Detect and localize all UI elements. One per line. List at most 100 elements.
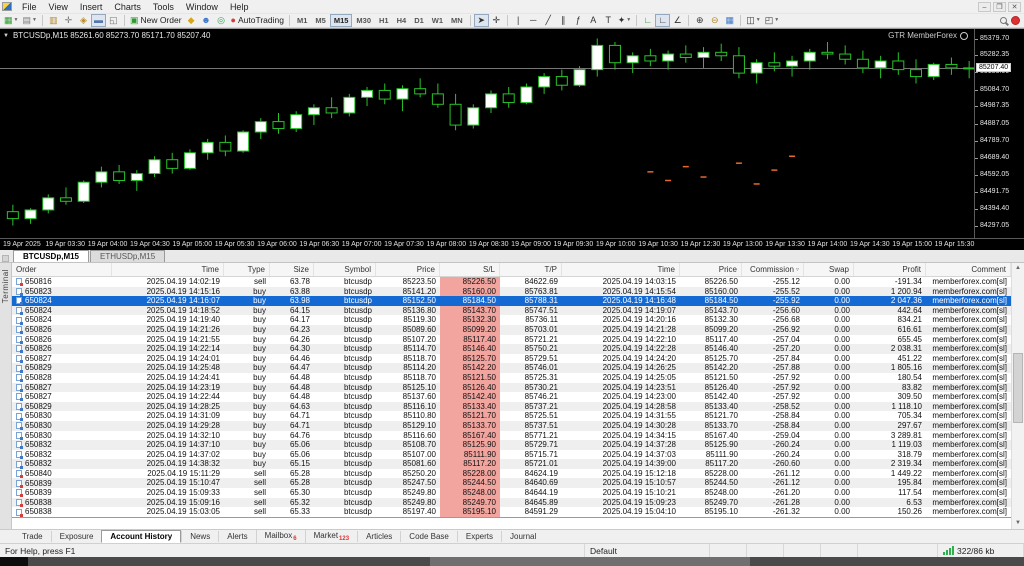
- table-row[interactable]: 6508242025.04.19 14:18:52buy64.15btcusdp…: [12, 306, 1011, 316]
- templates-button[interactable]: ◰▼: [763, 14, 781, 27]
- column-header-time[interactable]: Time: [562, 263, 680, 276]
- strategy-tester-button[interactable]: ◱: [106, 14, 121, 27]
- menu-item-file[interactable]: File: [16, 2, 43, 12]
- table-row[interactable]: 6508162025.04.19 14:02:19sell63.78btcusd…: [12, 277, 1011, 287]
- vertical-line-button[interactable]: |: [511, 14, 526, 27]
- timeframe-mn-button[interactable]: MN: [447, 14, 467, 27]
- table-row[interactable]: 6508262025.04.19 14:22:14buy64.30btcusdp…: [12, 344, 1011, 354]
- table-row[interactable]: 6508262025.04.19 14:21:55buy64.26btcusdp…: [12, 335, 1011, 345]
- search-icon[interactable]: [1000, 17, 1007, 24]
- table-row[interactable]: 6508382025.04.19 15:03:05sell65.33btcusd…: [12, 507, 1011, 517]
- table-row[interactable]: 6508262025.04.19 14:21:26buy64.23btcusdp…: [12, 325, 1011, 335]
- chart-tab-btcusdp-m15[interactable]: BTCUSDp,M15: [13, 250, 89, 262]
- timeframe-w1-button[interactable]: W1: [428, 14, 447, 27]
- column-header-type[interactable]: Type: [224, 263, 270, 276]
- objects-button[interactable]: ∠: [670, 14, 685, 27]
- channel-button[interactable]: ∥: [556, 14, 571, 27]
- vertical-scrollbar[interactable]: ▲ ▼: [1011, 263, 1024, 529]
- navigator-button[interactable]: ◈: [76, 14, 91, 27]
- table-row[interactable]: 6508292025.04.19 14:28:25buy64.63btcusdp…: [12, 402, 1011, 412]
- table-row[interactable]: 6508322025.04.19 14:38:32buy65.15btcusdp…: [12, 459, 1011, 469]
- timeframe-d1-button[interactable]: D1: [410, 14, 428, 27]
- chevron-down-icon[interactable]: ▼: [32, 15, 37, 26]
- tab-code-base[interactable]: Code Base: [400, 531, 457, 542]
- tab-mailbox[interactable]: Mailbox6: [256, 530, 305, 544]
- column-header-swap[interactable]: Swap: [804, 263, 854, 276]
- table-row[interactable]: 6508272025.04.19 14:23:19buy64.48btcusdp…: [12, 383, 1011, 393]
- timeframe-h1-button[interactable]: H1: [375, 14, 393, 27]
- tab-exposure[interactable]: Exposure: [51, 531, 102, 542]
- market-watch-button[interactable]: ▥: [46, 14, 61, 27]
- chevron-down-icon[interactable]: ▼: [626, 15, 631, 26]
- scroll-down-icon[interactable]: ▼: [1012, 518, 1024, 529]
- chart-collapse-icon[interactable]: ▼: [3, 33, 9, 39]
- column-header-profit[interactable]: Profit: [854, 263, 926, 276]
- indicator-windows-button[interactable]: ∟: [655, 14, 670, 27]
- chart-area[interactable]: ▼ BTCUSDp,M15 85261.60 85273.70 85171.70…: [0, 28, 1024, 250]
- scroll-up-icon[interactable]: ▲: [1012, 263, 1024, 274]
- column-header-price[interactable]: Price: [376, 263, 440, 276]
- expert-advisors-button[interactable]: ☻: [199, 14, 214, 27]
- text-label-button[interactable]: T: [601, 14, 616, 27]
- metaeditor-button[interactable]: ◆: [184, 14, 199, 27]
- data-window-button[interactable]: ✛: [61, 14, 76, 27]
- table-row[interactable]: 6508292025.04.19 14:25:48buy64.47btcusdp…: [12, 363, 1011, 373]
- column-header-time[interactable]: Time: [112, 263, 224, 276]
- time-axis[interactable]: 19 Apr 202519 Apr 03:3019 Apr 04:0019 Ap…: [0, 238, 1024, 250]
- column-header-comment[interactable]: Comment: [926, 263, 1011, 276]
- table-row[interactable]: 6508392025.04.19 15:10:47sell65.28btcusd…: [12, 478, 1011, 488]
- tab-account-history[interactable]: Account History: [101, 530, 181, 543]
- periods-button[interactable]: ◫▼: [744, 14, 762, 27]
- menu-item-view[interactable]: View: [43, 2, 74, 12]
- new-order-button[interactable]: ▣New Order: [128, 14, 184, 27]
- webterminal-button[interactable]: ◎: [214, 14, 229, 27]
- table-row[interactable]: 6508302025.04.19 14:29:28buy64.71btcusdp…: [12, 421, 1011, 431]
- tab-articles[interactable]: Articles: [357, 531, 400, 542]
- menu-item-tools[interactable]: Tools: [147, 2, 180, 12]
- menu-item-help[interactable]: Help: [224, 2, 255, 12]
- restore-icon[interactable]: ❒: [993, 2, 1006, 12]
- tab-trade[interactable]: Trade: [14, 531, 51, 542]
- minimize-icon[interactable]: –: [978, 2, 991, 12]
- terminal-button[interactable]: ▬: [91, 14, 106, 27]
- chevron-down-icon[interactable]: ▼: [14, 15, 19, 26]
- table-row[interactable]: 6508272025.04.19 14:24:01buy64.46btcusdp…: [12, 354, 1011, 364]
- status-profile[interactable]: Default: [585, 544, 710, 557]
- timeframe-m1-button[interactable]: M1: [293, 14, 311, 27]
- menu-item-window[interactable]: Window: [180, 2, 224, 12]
- timeframe-m5-button[interactable]: M5: [311, 14, 329, 27]
- column-header-order[interactable]: Order: [12, 263, 112, 276]
- close-icon[interactable]: ✕: [1008, 2, 1021, 12]
- new-chart-button[interactable]: ▦▼: [2, 14, 20, 27]
- tab-news[interactable]: News: [181, 531, 218, 542]
- notification-icon[interactable]: [1011, 16, 1020, 25]
- terminal-caption-strip[interactable]: Terminal: [0, 263, 12, 529]
- profiles-button[interactable]: ▤▼: [20, 14, 38, 27]
- table-row[interactable]: 6508302025.04.19 14:32:10buy64.76btcusdp…: [12, 431, 1011, 441]
- table-row[interactable]: 6508242025.04.19 14:19:40buy64.17btcusdp…: [12, 315, 1011, 325]
- cursor-button[interactable]: ➤: [474, 14, 489, 27]
- table-row[interactable]: 6508302025.04.19 14:31:09buy64.71btcusdp…: [12, 411, 1011, 421]
- tab-journal[interactable]: Journal: [501, 531, 544, 542]
- column-header-size[interactable]: Size: [270, 263, 314, 276]
- fibonacci-button[interactable]: ƒ: [571, 14, 586, 27]
- autotrading-button[interactable]: ●AutoTrading: [229, 14, 286, 27]
- table-row[interactable]: 6508242025.04.19 14:16:07buy63.98btcusdp…: [12, 296, 1011, 306]
- zoom-out-button[interactable]: ⊖: [707, 14, 722, 27]
- crosshair-button[interactable]: ✛: [489, 14, 504, 27]
- timeframe-m30-button[interactable]: M30: [352, 14, 375, 27]
- table-row[interactable]: 6508282025.04.19 14:24:41buy64.48btcusdp…: [12, 373, 1011, 383]
- column-header-s-l[interactable]: S/L: [440, 263, 500, 276]
- table-row[interactable]: 6508322025.04.19 14:37:02buy65.06btcusdp…: [12, 450, 1011, 460]
- tab-experts[interactable]: Experts: [457, 531, 501, 542]
- table-row[interactable]: 6508232025.04.19 14:15:16buy63.88btcusdp…: [12, 287, 1011, 297]
- table-row[interactable]: 6508392025.04.19 15:09:33sell65.30btcusd…: [12, 488, 1011, 498]
- table-row[interactable]: 6508272025.04.19 14:22:44buy64.48btcusdp…: [12, 392, 1011, 402]
- column-header-t-p[interactable]: T/P: [500, 263, 562, 276]
- trendline-button[interactable]: ╱: [541, 14, 556, 27]
- timeframe-m15-button[interactable]: M15: [330, 14, 353, 27]
- chevron-down-icon[interactable]: ▼: [774, 15, 779, 26]
- table-row[interactable]: 6508322025.04.19 14:37:10buy65.06btcusdp…: [12, 440, 1011, 450]
- column-header-price[interactable]: Price: [680, 263, 742, 276]
- zoom-in-button[interactable]: ⊕: [692, 14, 707, 27]
